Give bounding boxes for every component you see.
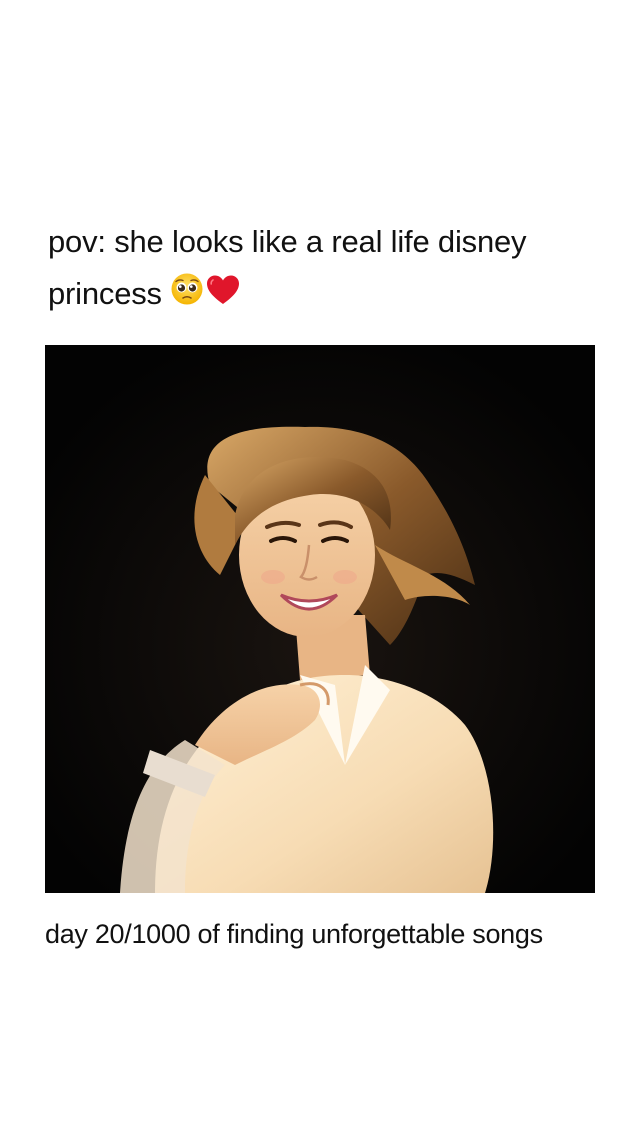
caption-line-2: princess [48,268,608,322]
caption-line-1: pov: she looks like a real life disney [48,224,527,259]
performer-photo-illustration [45,345,595,893]
post-photo [45,345,595,893]
pleading-face-icon [170,270,204,322]
caption-emojis [170,270,240,322]
post-caption: pov: she looks like a real life disney p… [48,216,608,322]
post-footer-text: day 20/1000 of finding unforgettable son… [45,919,543,949]
red-heart-icon [206,270,240,322]
caption-line-2-text: princess [48,276,162,311]
